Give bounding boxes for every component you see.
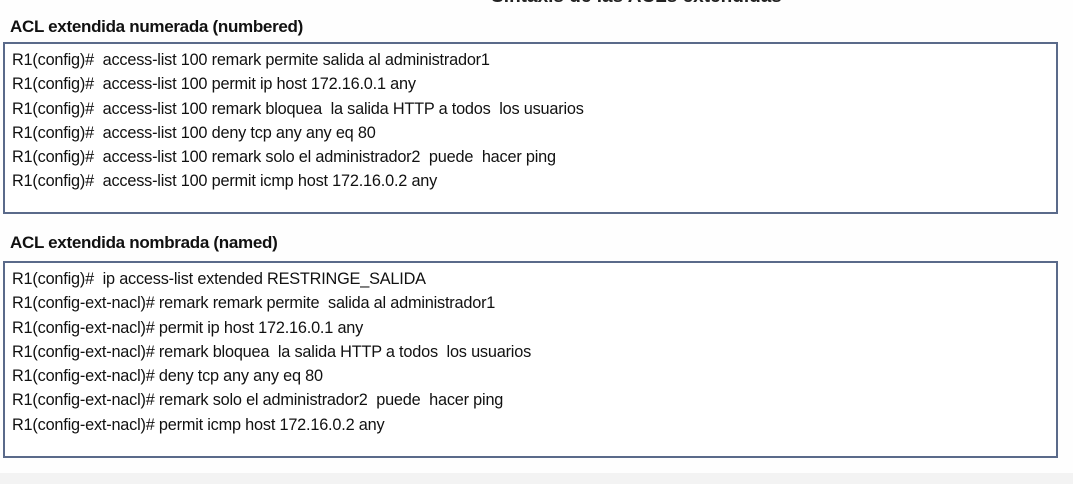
code-line: R1(config-ext-nacl)# permit icmp host 17… bbox=[12, 415, 385, 434]
code-line: R1(config-ext-nacl)# remark bloquea la s… bbox=[12, 342, 532, 361]
bottom-strip bbox=[0, 473, 1073, 484]
named-acl-heading: ACL extendida nombrada (named) bbox=[10, 233, 278, 252]
code-line: R1(config)# access-list 100 permit ip ho… bbox=[12, 75, 416, 94]
code-line: R1(config-ext-nacl)# remark solo el admi… bbox=[12, 391, 504, 410]
code-line: R1(config-ext-nacl)# deny tcp any any eq… bbox=[12, 367, 323, 386]
code-line: R1(config)# access-list 100 remark permi… bbox=[12, 51, 490, 69]
code-line: R1(config)# ip access-list extended REST… bbox=[12, 270, 426, 288]
code-line: R1(config)# access-list 100 remark solo … bbox=[12, 148, 556, 167]
code-line: R1(config)# access-list 100 permit icmp … bbox=[12, 172, 438, 191]
code-line: R1(config-ext-nacl)# permit ip host 172.… bbox=[12, 318, 364, 337]
code-line: R1(config)# access-list 100 deny tcp any… bbox=[12, 123, 376, 142]
named-acl-code-box: R1(config)# ip access-list extended REST… bbox=[3, 261, 1058, 458]
numbered-acl-heading: ACL extendida numerada (numbered) bbox=[10, 17, 304, 36]
code-line: R1(config)# access-list 100 remark bloqu… bbox=[12, 99, 584, 118]
numbered-acl-code-box: R1(config)# access-list 100 remark permi… bbox=[3, 42, 1058, 214]
code-line: R1(config-ext-nacl)# remark remark permi… bbox=[12, 294, 496, 313]
page-title: Sintaxis de las ACLs extendidas bbox=[0, 0, 1073, 8]
